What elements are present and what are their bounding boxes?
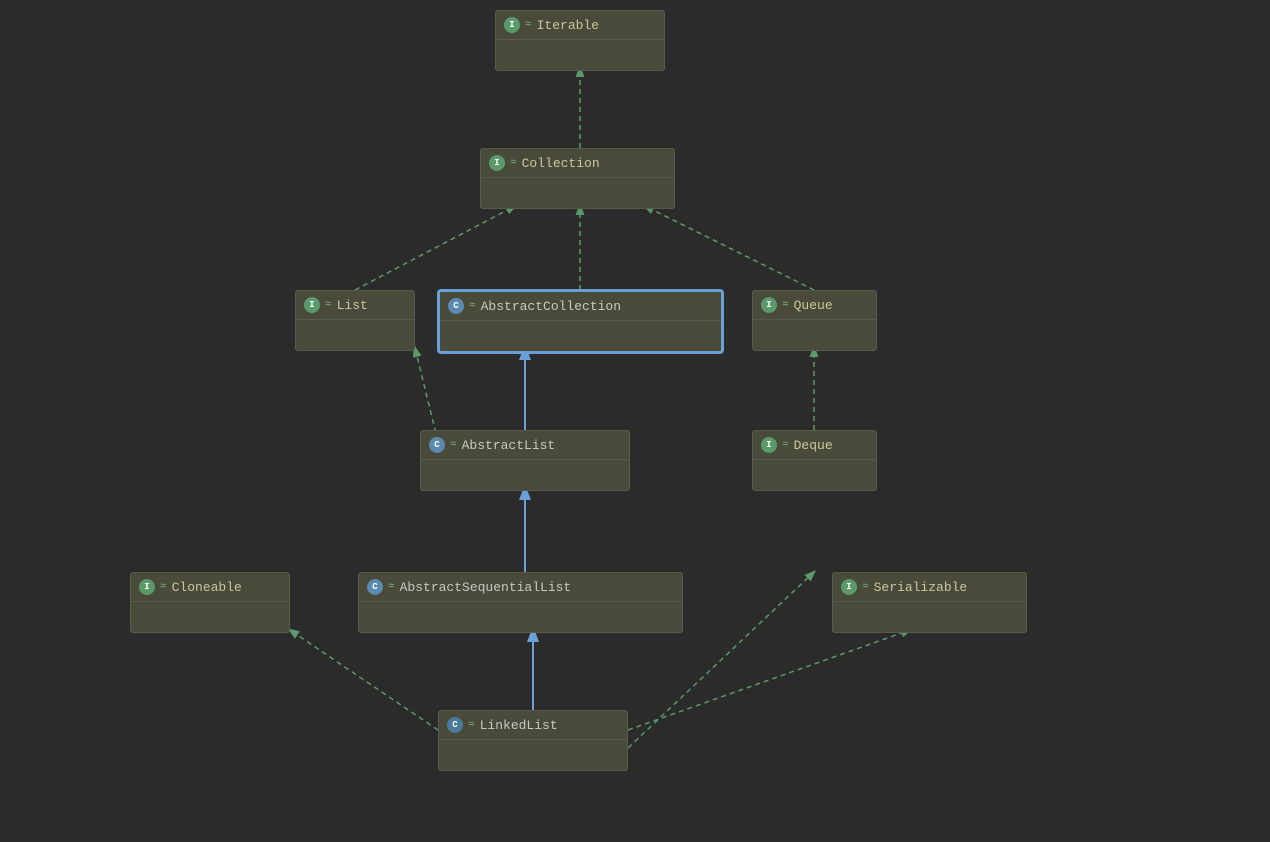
node-linkedlist-header: C ≈ LinkedList — [439, 711, 627, 740]
connections-svg — [0, 0, 1270, 842]
badge-abstractsequentiallist: C — [367, 579, 383, 595]
label-cloneable: Cloneable — [172, 580, 242, 595]
badge-deque: I — [761, 437, 777, 453]
label-list: List — [337, 298, 368, 313]
node-abstractsequentiallist-header: C ≈ AbstractSequentialList — [359, 573, 682, 602]
node-abstractcollection-body — [440, 321, 721, 351]
node-linkedlist-body — [439, 740, 627, 770]
badge-abstractcollection: C — [448, 298, 464, 314]
impl-cloneable: ≈ — [160, 581, 167, 593]
badge-abstractlist: C — [429, 437, 445, 453]
badge-cloneable: I — [139, 579, 155, 595]
label-collection: Collection — [522, 156, 600, 171]
label-queue: Queue — [794, 298, 833, 313]
impl-abstractsequentiallist: ≈ — [388, 581, 395, 593]
label-abstractsequentiallist: AbstractSequentialList — [400, 580, 572, 595]
node-collection-body — [481, 178, 674, 208]
label-deque: Deque — [794, 438, 833, 453]
badge-collection: I — [489, 155, 505, 171]
node-serializable-body — [833, 602, 1026, 632]
node-cloneable[interactable]: I ≈ Cloneable — [130, 572, 290, 633]
node-serializable[interactable]: I ≈ Serializable — [832, 572, 1027, 633]
badge-iterable: I — [504, 17, 520, 33]
node-list-header: I ≈ List — [296, 291, 414, 320]
node-linkedlist[interactable]: C ≈ LinkedList — [438, 710, 628, 771]
label-serializable: Serializable — [874, 580, 968, 595]
impl-linkedlist: ≈ — [468, 719, 475, 731]
badge-serializable: I — [841, 579, 857, 595]
label-abstractcollection: AbstractCollection — [481, 299, 621, 314]
node-deque-body — [753, 460, 876, 490]
node-iterable-header: I ≈ Iterable — [496, 11, 664, 40]
node-deque-header: I ≈ Deque — [753, 431, 876, 460]
node-deque[interactable]: I ≈ Deque — [752, 430, 877, 491]
node-abstractcollection[interactable]: C ≈ AbstractCollection — [438, 290, 723, 353]
impl-abstractcollection: ≈ — [469, 300, 476, 312]
node-queue-header: I ≈ Queue — [753, 291, 876, 320]
node-queue[interactable]: I ≈ Queue — [752, 290, 877, 351]
impl-iterable: ≈ — [525, 19, 532, 31]
node-abstractsequentiallist-body — [359, 602, 682, 632]
label-iterable: Iterable — [537, 18, 599, 33]
node-collection[interactable]: I ≈ Collection — [480, 148, 675, 209]
node-list[interactable]: I ≈ List — [295, 290, 415, 351]
node-abstractlist-body — [421, 460, 629, 490]
impl-abstractlist: ≈ — [450, 439, 457, 451]
node-cloneable-body — [131, 602, 289, 632]
label-abstractlist: AbstractList — [462, 438, 556, 453]
impl-deque: ≈ — [782, 439, 789, 451]
badge-list: I — [304, 297, 320, 313]
node-abstractcollection-header: C ≈ AbstractCollection — [440, 292, 721, 321]
node-cloneable-header: I ≈ Cloneable — [131, 573, 289, 602]
node-queue-body — [753, 320, 876, 350]
label-linkedlist: LinkedList — [480, 718, 558, 733]
badge-queue: I — [761, 297, 777, 313]
node-abstractlist-header: C ≈ AbstractList — [421, 431, 629, 460]
node-abstractsequentiallist[interactable]: C ≈ AbstractSequentialList — [358, 572, 683, 633]
node-collection-header: I ≈ Collection — [481, 149, 674, 178]
node-list-body — [296, 320, 414, 350]
impl-collection: ≈ — [510, 157, 517, 169]
impl-serializable: ≈ — [862, 581, 869, 593]
node-serializable-header: I ≈ Serializable — [833, 573, 1026, 602]
badge-linkedlist: C — [447, 717, 463, 733]
impl-queue: ≈ — [782, 299, 789, 311]
diagram-container: I ≈ Iterable I ≈ Collection I ≈ List C ≈… — [0, 0, 1270, 842]
impl-list: ≈ — [325, 299, 332, 311]
node-iterable[interactable]: I ≈ Iterable — [495, 10, 665, 71]
node-abstractlist[interactable]: C ≈ AbstractList — [420, 430, 630, 491]
node-iterable-body — [496, 40, 664, 70]
